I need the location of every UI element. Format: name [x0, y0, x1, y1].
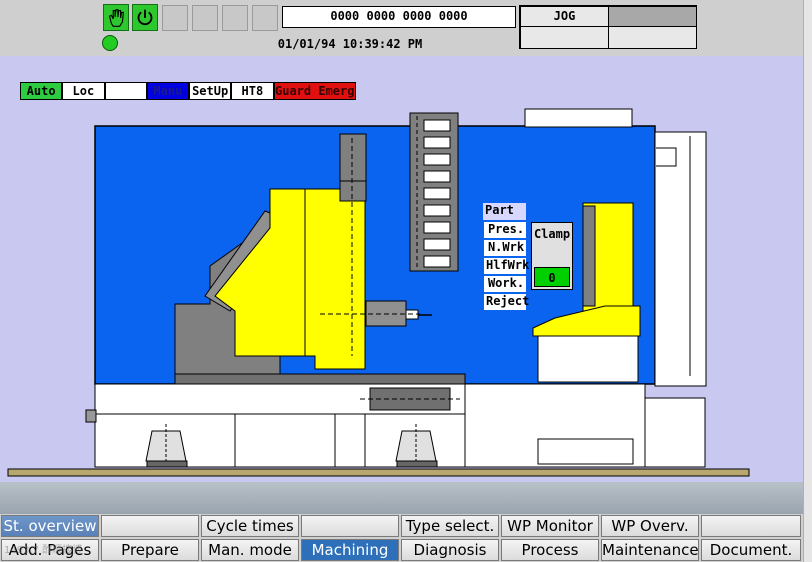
softkey-maintenance[interactable]: Maintenance	[601, 539, 699, 561]
softkey-type-select[interactable]: Type select.	[401, 515, 499, 537]
empty-toolbar-slot-3[interactable]	[222, 5, 248, 31]
part-status-panel: Part Pres. N.Wrk HlfWrk Work. Reject	[483, 203, 530, 311]
softkey-wp-overv[interactable]: WP Overv.	[601, 515, 699, 537]
softkey-empty-3[interactable]	[701, 515, 801, 537]
softkey-add-pages[interactable]: Add. Pages	[1, 539, 99, 561]
mode-label: JOG	[520, 6, 609, 27]
empty-toolbar-slot-1[interactable]	[162, 5, 188, 31]
softkey-prepare[interactable]: Prepare	[101, 539, 199, 561]
softkey-empty-2[interactable]	[301, 515, 399, 537]
empty-toolbar-slot-4[interactable]	[252, 5, 278, 31]
softkey-row-2: Add. Pages Prepare Man. mode Machining D…	[0, 538, 803, 562]
machine-graphic	[7, 108, 750, 477]
clamp-value: 0	[534, 267, 570, 287]
softkey-st-overview[interactable]: St. overview	[1, 515, 99, 537]
right-door-frame	[654, 131, 707, 387]
mode-status-grid: JOG	[519, 5, 697, 49]
part-item-pres: Pres.	[484, 222, 526, 238]
softkey-row-1: St. overview Cycle times Type select. WP…	[0, 514, 803, 538]
softkey-man-mode[interactable]: Man. mode	[201, 539, 299, 561]
mode-status-cell	[520, 26, 609, 49]
datetime-display: 01/01/94 10:39:42 PM	[277, 37, 423, 51]
part-item-reject: Reject	[484, 294, 530, 310]
status-led-icon	[102, 35, 118, 51]
part-item-hlfwrk: HlfWrk	[484, 258, 530, 274]
part-panel-title: Part	[483, 203, 526, 220]
softkey-process[interactable]: Process	[501, 539, 599, 561]
softkey-diagnosis[interactable]: Diagnosis	[401, 539, 499, 561]
clamp-label: Clamp	[533, 227, 571, 241]
softkey-document[interactable]: Document.	[701, 539, 801, 561]
machine-overview-area: Auto Loc Manu SetUp HT8 Guard Emerg Part…	[0, 56, 803, 482]
softkey-empty-1[interactable]	[101, 515, 199, 537]
manual-hand-button[interactable]	[103, 4, 129, 31]
part-counter-display: 0000 0000 0000 0000	[282, 6, 516, 28]
softkey-cycle-times[interactable]: Cycle times	[201, 515, 299, 537]
clamp-indicator: Clamp 0	[531, 222, 573, 290]
softkey-wp-monitor[interactable]: WP Monitor	[501, 515, 599, 537]
hand-icon	[108, 9, 124, 27]
mode-status-cell	[608, 6, 697, 27]
status-band	[0, 482, 803, 514]
mode-status-cell	[608, 26, 697, 49]
power-button[interactable]	[132, 4, 158, 31]
empty-toolbar-slot-2[interactable]	[192, 5, 218, 31]
part-item-work: Work.	[484, 276, 526, 292]
right-scroll-strip	[803, 0, 812, 562]
part-item-nwrk: N.Wrk	[484, 240, 526, 256]
power-icon	[137, 9, 153, 26]
top-cover	[524, 108, 633, 128]
floor-plate	[7, 468, 750, 477]
softkey-machining[interactable]: Machining	[301, 539, 399, 561]
header-bar: 0000 0000 0000 0000 01/01/94 10:39:42 PM…	[0, 0, 812, 56]
